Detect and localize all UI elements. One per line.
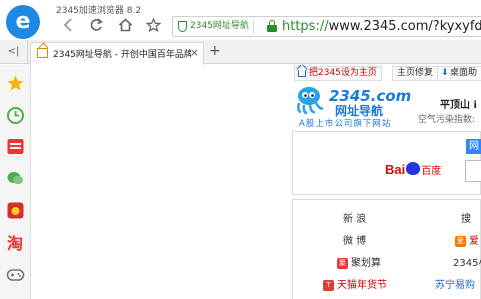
browser-window: e 2345加速浏览器 8.2 2345网址导航 https://www.234… — [0, 0, 481, 299]
set-homepage-button[interactable]: 把2345设为主页 — [294, 66, 382, 81]
history-clock-icon[interactable] — [6, 106, 25, 125]
taobao-icon[interactable]: 淘 — [6, 233, 25, 252]
address-bar[interactable]: 2345网址导航 https://www.2345.com/?kyxyfdn — [172, 16, 481, 37]
baidu-logo[interactable]: Bai 百度 — [385, 162, 441, 178]
tmall-badge-icon: T — [323, 280, 334, 291]
svg-text:淘: 淘 — [7, 234, 23, 252]
link-sohu[interactable]: 搜 — [461, 210, 471, 225]
title-bar: e 2345加速浏览器 8.2 2345网址导航 https://www.234… — [0, 0, 481, 40]
new-year-game-icon[interactable] — [6, 201, 25, 220]
link-suning[interactable]: 苏宁易购 — [435, 276, 475, 291]
famous-sites-panel: 新 浪 搜 微 博 爱爱 聚聚划算 2345小 T天猫年货节 苏宁易购 — [292, 199, 481, 299]
headlines-news-icon[interactable] — [6, 137, 25, 156]
link-tmall-label: 天猫年货节 — [337, 280, 387, 291]
desktop-helper-button[interactable]: ⬇ 桌面助 — [437, 66, 481, 81]
desktop-helper-label: 桌面助 — [450, 68, 478, 78]
lock-icon — [267, 20, 277, 33]
sidebar-toggle-button[interactable]: <| — [0, 40, 28, 64]
tab-title: 2345网址导航 - 开创中国百年品牌 — [53, 50, 191, 60]
url-rest: www.2345.com/?kyxyfdn — [328, 19, 481, 34]
juhuasuan-badge-icon: 聚 — [337, 258, 348, 269]
home-icon — [118, 18, 132, 32]
search-panel: Bai 百度 网 — [292, 131, 481, 195]
site-identity-badge[interactable]: 2345网址导航 — [176, 19, 254, 34]
refresh-button[interactable] — [86, 17, 106, 37]
new-tab-button[interactable]: + — [209, 43, 221, 59]
web-page: 把2345设为主页 主页修复 ⬇ 桌面助 2345.com 网址导航 A股上市公… — [32, 65, 481, 299]
tab-active[interactable]: 2345网址导航 - 开创中国百年品牌 × — [30, 42, 204, 65]
link-iqiyi-label: 爱 — [469, 236, 479, 247]
tab-close-button[interactable]: × — [190, 46, 199, 59]
chevron-left-icon — [63, 18, 72, 32]
wechat-icon[interactable] — [6, 169, 25, 188]
air-quality-label: 空气污染指数: — [418, 115, 476, 125]
link-weibo[interactable]: 微 博 — [343, 232, 366, 247]
logo-slogan: A股上市公司旗下网站 — [299, 119, 392, 129]
tab-bar: <| 2345网址导航 - 开创中国百年品牌 × + — [0, 40, 481, 65]
star-outline-icon — [145, 17, 161, 33]
baidu-logo-cn: 百度 — [421, 166, 442, 177]
refresh-icon — [90, 18, 103, 31]
iqiyi-badge-icon: 爱 — [455, 236, 466, 247]
baidu-paw-icon — [406, 162, 421, 175]
favorite-button[interactable] — [143, 17, 163, 37]
set-homepage-label: 把2345设为主页 — [309, 68, 377, 78]
gamepad-icon[interactable] — [6, 265, 25, 284]
house-icon — [298, 70, 306, 77]
side-panel: 淘 — [0, 65, 31, 299]
app-title: 2345加速浏览器 8.2 — [56, 6, 142, 16]
link-tmall-festival[interactable]: T 天猫年货节 — [323, 276, 387, 291]
weather-city[interactable]: 平顶山 i — [440, 96, 477, 111]
download-arrow-icon: ⬇ — [441, 68, 449, 78]
link-iqiyi[interactable]: 爱爱 — [455, 232, 479, 247]
baidu-logo-text: Bai — [385, 162, 406, 177]
link-sina[interactable]: 新 浪 — [343, 210, 366, 225]
favorites-star-icon[interactable] — [6, 74, 25, 93]
url-text[interactable]: https://www.2345.com/?kyxyfdn — [282, 18, 481, 35]
url-scheme: https:// — [282, 19, 329, 34]
home-button[interactable] — [115, 17, 135, 37]
home-repair-button[interactable]: 主页修复 — [392, 66, 439, 81]
search-tab-web[interactable]: 网 — [466, 139, 481, 154]
link-juhuasuan[interactable]: 聚聚划算 — [337, 254, 381, 269]
search-input[interactable] — [465, 160, 481, 182]
page-top-strip: 把2345设为主页 主页修复 ⬇ 桌面助 — [32, 65, 481, 81]
shield-icon — [178, 21, 187, 32]
home-favicon-icon — [37, 48, 48, 58]
link-juhuasuan-label: 聚划算 — [351, 258, 381, 269]
link-2345-mini[interactable]: 2345小 — [453, 254, 481, 269]
browser-logo-icon: e — [6, 5, 40, 39]
back-button[interactable] — [58, 17, 78, 37]
octopus-mascot-icon — [297, 87, 324, 115]
site-identity-label: 2345网址导航 — [190, 21, 249, 31]
site-logo[interactable]: 2345.com 网址导航 A股上市公司旗下网站 — [295, 85, 411, 129]
